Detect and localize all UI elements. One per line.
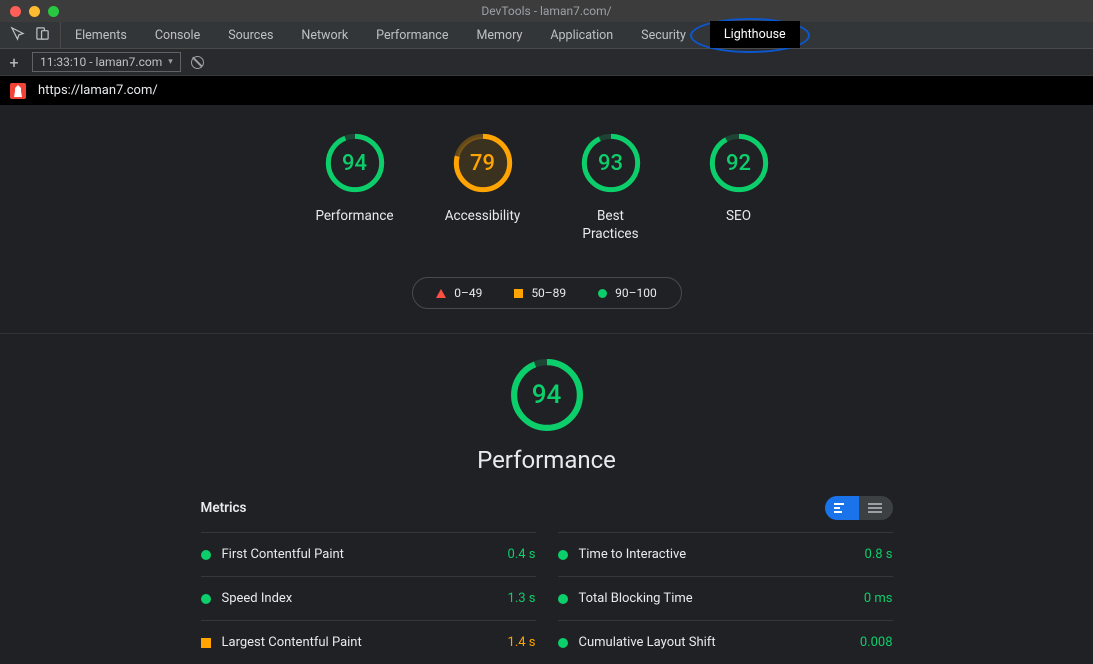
zoom-window-button[interactable] xyxy=(48,6,59,17)
metric-name: Time to Interactive xyxy=(579,547,687,562)
category-scores: 94 Performance 79 Accessibility 93 Best … xyxy=(0,133,1093,243)
close-window-button[interactable] xyxy=(10,6,21,17)
metric-value: 0.008 xyxy=(860,635,893,650)
metric-row[interactable]: Time to Interactive 0.8 s xyxy=(558,532,893,576)
score-value: 92 xyxy=(709,133,769,193)
clear-icon[interactable] xyxy=(191,56,204,69)
devtools-tabbar: Elements Console Sources Network Perform… xyxy=(0,22,1093,49)
legend-good: 90–100 xyxy=(598,286,657,300)
lighthouse-toolbar: + 11:33:10 - laman7.com xyxy=(0,49,1093,76)
lighthouse-icon xyxy=(10,83,26,99)
score-best-practices[interactable]: 93 Best Practices xyxy=(566,133,656,243)
gauge-accessibility: 79 xyxy=(453,133,513,193)
metrics-heading: Metrics xyxy=(201,500,247,516)
metrics-block: Metrics First Contentful Paint 0.4 s Spe… xyxy=(201,496,893,664)
status-dot-icon xyxy=(201,550,211,560)
minimize-window-button[interactable] xyxy=(29,6,40,17)
status-square-icon xyxy=(201,638,211,648)
new-report-button[interactable]: + xyxy=(6,53,22,72)
metrics-column-left: First Contentful Paint 0.4 s Speed Index… xyxy=(201,532,536,664)
circle-icon xyxy=(598,289,607,298)
tab-performance[interactable]: Performance xyxy=(362,22,462,48)
tab-memory[interactable]: Memory xyxy=(462,22,536,48)
metric-name: First Contentful Paint xyxy=(222,547,344,562)
metric-name: Total Blocking Time xyxy=(579,591,693,606)
metric-value: 0.8 s xyxy=(865,547,893,562)
metric-value: 0.4 s xyxy=(508,547,536,562)
inspect-icon[interactable] xyxy=(10,26,25,45)
metric-row[interactable]: Cumulative Layout Shift 0.008 xyxy=(558,620,893,664)
metric-name: Largest Contentful Paint xyxy=(222,635,362,650)
score-value: 93 xyxy=(581,133,641,193)
tab-sources[interactable]: Sources xyxy=(214,22,287,48)
score-label: Accessibility xyxy=(445,207,521,225)
status-dot-icon xyxy=(558,638,568,648)
gauge-best-practices: 93 xyxy=(581,133,641,193)
tab-application[interactable]: Application xyxy=(536,22,627,48)
legend-mid: 50–89 xyxy=(514,286,566,300)
lighthouse-report: 94 Performance 79 Accessibility 93 Best … xyxy=(0,105,1093,664)
performance-section: 94 Performance xyxy=(0,334,1093,474)
status-dot-icon xyxy=(558,550,568,560)
metric-name: Speed Index xyxy=(222,591,293,606)
legend-bad: 0–49 xyxy=(436,286,482,300)
tab-network[interactable]: Network xyxy=(287,22,362,48)
score-label: Best Practices xyxy=(582,207,638,243)
score-label: Performance xyxy=(315,207,393,225)
device-toggle-icon[interactable] xyxy=(35,26,50,45)
metric-row[interactable]: Total Blocking Time 0 ms xyxy=(558,576,893,620)
score-label: SEO xyxy=(726,207,751,225)
metrics-column-right: Time to Interactive 0.8 s Total Blocking… xyxy=(558,532,893,664)
tab-elements[interactable]: Elements xyxy=(61,22,141,48)
report-url-bar: https://laman7.com/ xyxy=(0,76,1093,105)
annotation-circle: Lighthouse xyxy=(690,18,810,53)
status-dot-icon xyxy=(201,594,211,604)
metric-row[interactable]: Speed Index 1.3 s xyxy=(201,576,536,620)
metric-value: 0 ms xyxy=(864,591,893,606)
performance-title: Performance xyxy=(477,446,616,474)
status-dot-icon xyxy=(558,594,568,604)
gauge-performance: 94 xyxy=(325,133,385,193)
metric-value: 1.3 s xyxy=(508,591,536,606)
tab-lighthouse[interactable]: Lighthouse xyxy=(710,21,800,48)
window-titlebar: DevTools - laman7.com/ xyxy=(0,0,1093,22)
performance-gauge-large: 94 xyxy=(510,358,584,432)
view-expanded-icon[interactable] xyxy=(859,496,893,520)
square-icon xyxy=(514,289,523,298)
metric-row[interactable]: First Contentful Paint 0.4 s xyxy=(201,532,536,576)
score-value: 94 xyxy=(325,133,385,193)
metrics-view-toggle[interactable] xyxy=(825,496,893,520)
report-selector[interactable]: 11:33:10 - laman7.com xyxy=(32,52,181,72)
tab-console[interactable]: Console xyxy=(141,22,214,48)
score-legend: 0–49 50–89 90–100 xyxy=(412,277,682,309)
score-value: 79 xyxy=(453,133,513,193)
triangle-icon xyxy=(436,289,446,298)
score-seo[interactable]: 92 SEO xyxy=(694,133,784,243)
score-performance[interactable]: 94 Performance xyxy=(310,133,400,243)
window-title: DevTools - laman7.com/ xyxy=(481,4,611,18)
report-url: https://laman7.com/ xyxy=(38,83,158,98)
view-condensed-icon[interactable] xyxy=(825,496,859,520)
performance-score-value: 94 xyxy=(510,358,584,432)
score-accessibility[interactable]: 79 Accessibility xyxy=(438,133,528,243)
metric-name: Cumulative Layout Shift xyxy=(579,635,716,650)
metric-row[interactable]: Largest Contentful Paint 1.4 s xyxy=(201,620,536,664)
gauge-seo: 92 xyxy=(709,133,769,193)
metric-value: 1.4 s xyxy=(508,635,536,650)
